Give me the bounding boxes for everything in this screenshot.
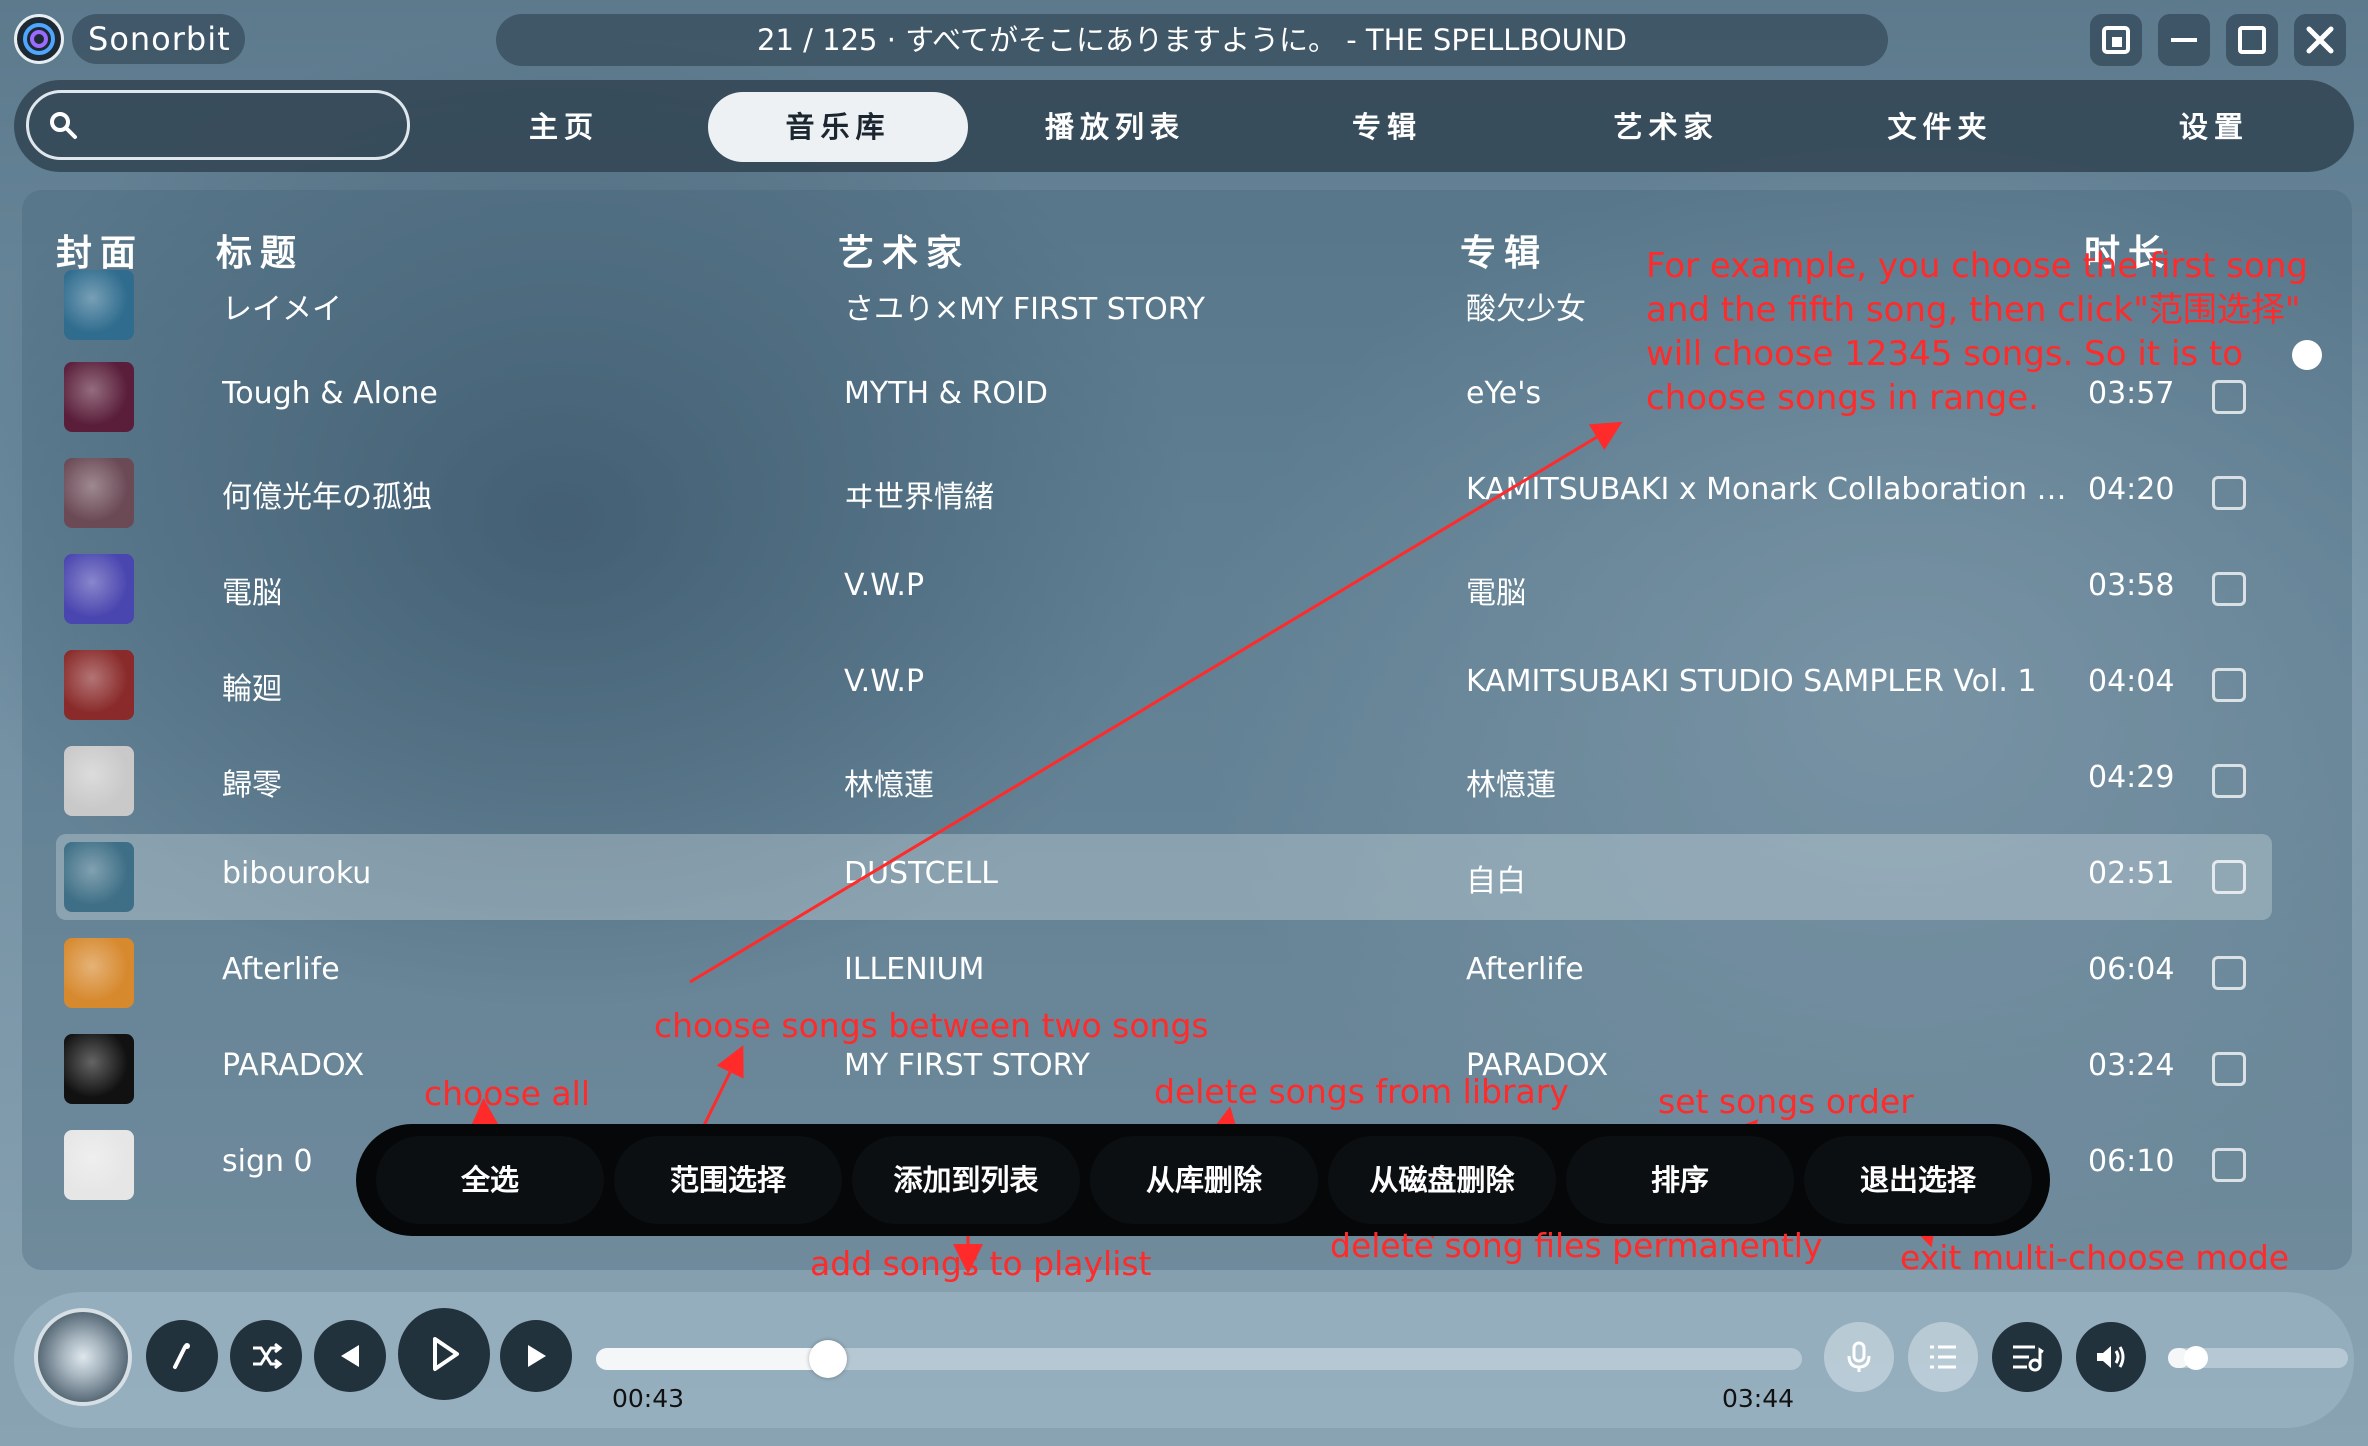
range-select-button[interactable]: 范围选择 <box>614 1136 842 1224</box>
current-time: 00:43 <box>612 1384 685 1413</box>
total-time: 03:44 <box>1722 1384 1795 1413</box>
add-to-playlist-button[interactable]: 添加到列表 <box>852 1136 1080 1224</box>
annotation-set-order: set songs order <box>1658 1082 1914 1121</box>
next-button[interactable] <box>500 1320 572 1392</box>
previous-icon <box>341 1345 359 1367</box>
annotation-between-two: choose songs between two songs <box>654 1006 1209 1045</box>
scrollbar-thumb[interactable] <box>2292 340 2322 370</box>
microphone-icon <box>1847 1341 1871 1372</box>
lyrics-icon <box>173 1343 190 1369</box>
volume-icon <box>2097 1346 2125 1368</box>
annotation-delete-library: delete songs from library <box>1154 1072 1569 1111</box>
list-view-button[interactable] <box>1908 1322 1978 1392</box>
arrow-range-example <box>689 421 1623 984</box>
shuffle-icon <box>253 1342 283 1370</box>
progress-handle[interactable] <box>809 1340 847 1378</box>
select-all-button[interactable]: 全选 <box>376 1136 604 1224</box>
annotation-choose-all: choose all <box>424 1074 590 1113</box>
previous-button[interactable] <box>314 1320 386 1392</box>
sort-button[interactable]: 排序 <box>1566 1136 1794 1224</box>
exit-select-button[interactable]: 退出选择 <box>1804 1136 2032 1224</box>
play-button[interactable] <box>398 1308 490 1400</box>
queue-icon <box>2013 1345 2044 1372</box>
list-icon <box>1930 1345 1956 1369</box>
play-icon <box>433 1337 459 1371</box>
annotation-exit-multi: exit multi-choose mode <box>1900 1238 2290 1277</box>
shuffle-button[interactable] <box>230 1320 302 1392</box>
volume-handle[interactable] <box>2184 1346 2208 1370</box>
queue-button[interactable] <box>1992 1322 2062 1392</box>
volume-button[interactable] <box>2076 1322 2146 1392</box>
microphone-button[interactable] <box>1824 1322 1894 1392</box>
delete-from-disk-button[interactable]: 从磁盘删除 <box>1328 1136 1556 1224</box>
progress-fill <box>596 1348 828 1370</box>
annotation-add-playlist: add songs to playlist <box>810 1244 1152 1283</box>
lyrics-button[interactable] <box>146 1320 218 1392</box>
next-icon <box>528 1345 546 1367</box>
album-art-disc[interactable] <box>34 1308 132 1406</box>
delete-from-library-button[interactable]: 从库删除 <box>1090 1136 1318 1224</box>
annotation-range-example: For example, you choose the first song a… <box>1646 246 2308 418</box>
annotation-delete-files: delete song files permanently <box>1330 1226 1823 1265</box>
